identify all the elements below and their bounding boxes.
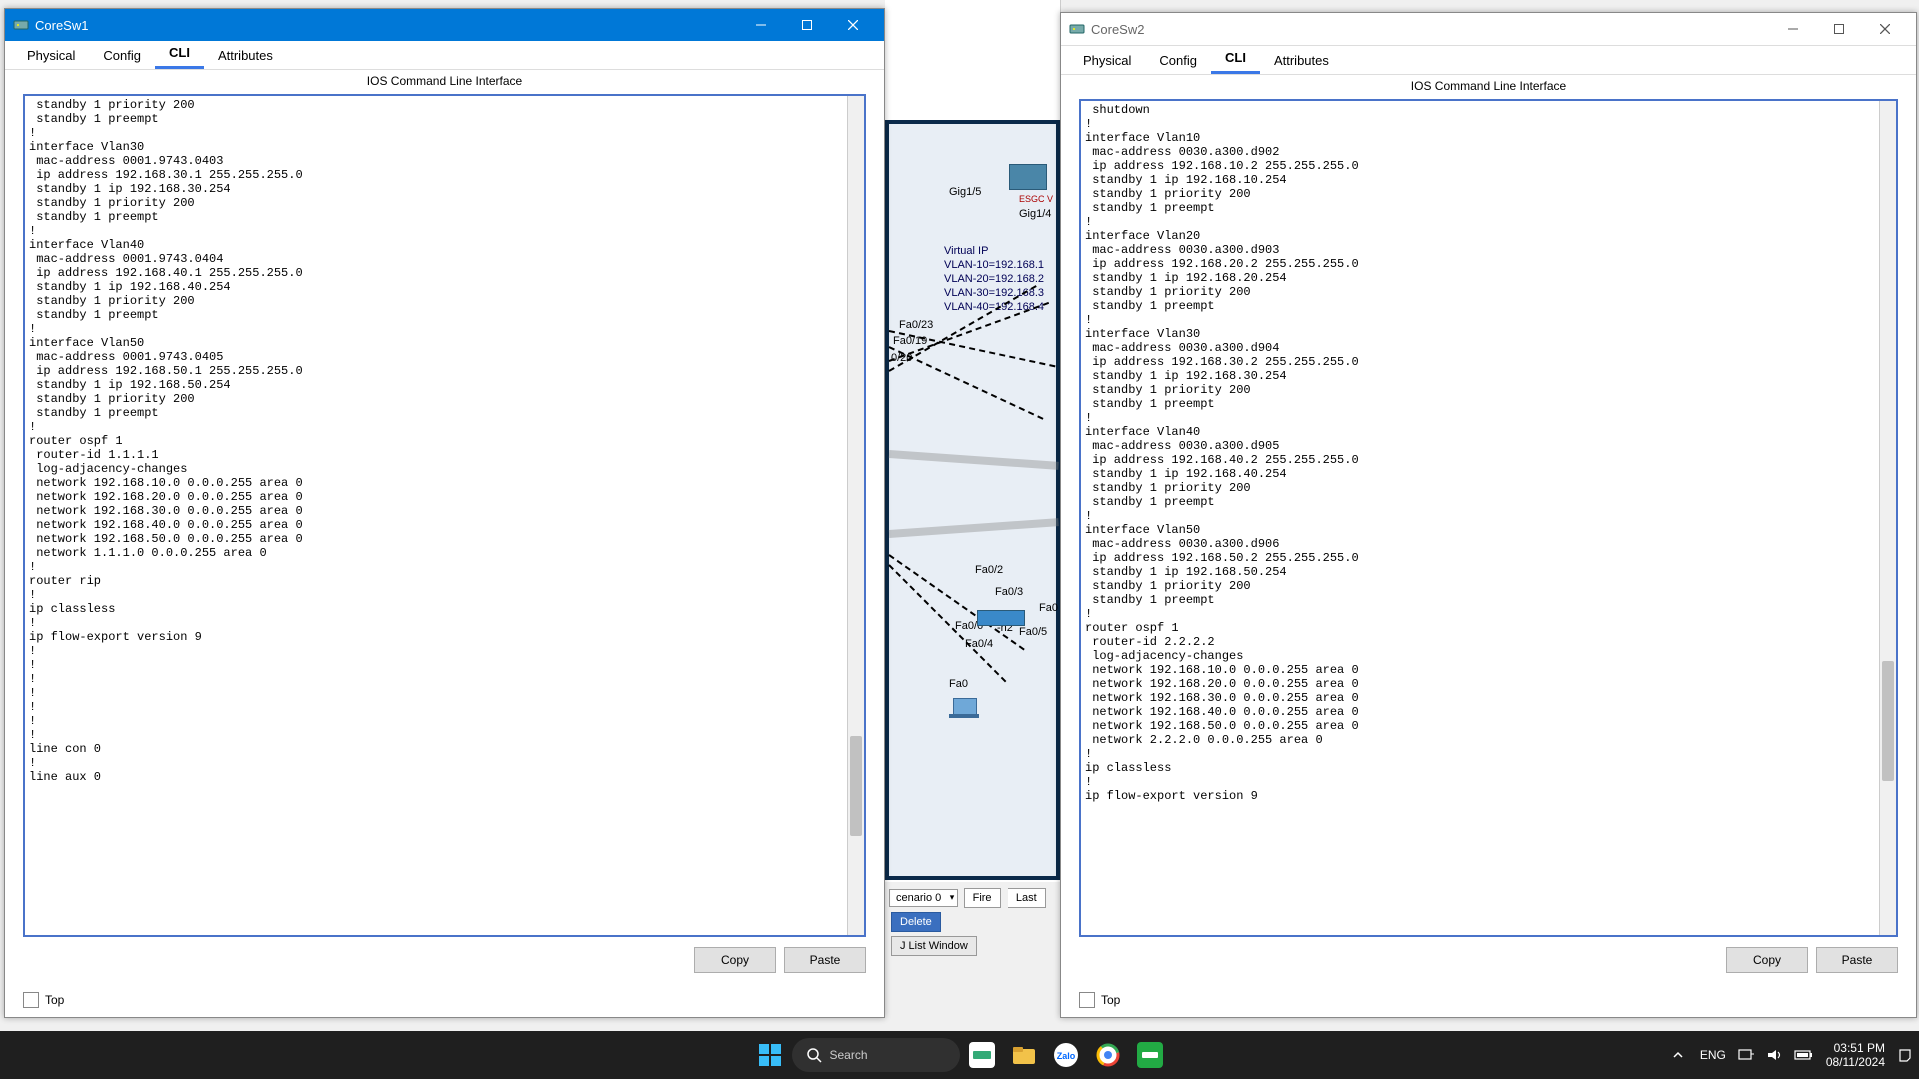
top-checkbox[interactable] bbox=[23, 992, 39, 1008]
taskbar-app-explorer[interactable] bbox=[1004, 1035, 1044, 1075]
copy-button[interactable]: Copy bbox=[1726, 947, 1808, 973]
scenario-select[interactable]: cenario 0 bbox=[889, 889, 958, 907]
cli-output[interactable]: standby 1 priority 200 standby 1 preempt… bbox=[25, 96, 847, 935]
taskbar-app-pt[interactable] bbox=[962, 1035, 1002, 1075]
list-window-button[interactable]: J List Window bbox=[891, 936, 977, 956]
tab-physical[interactable]: Physical bbox=[1069, 47, 1145, 74]
close-button[interactable] bbox=[830, 9, 876, 41]
svg-text:Zalo: Zalo bbox=[1056, 1051, 1075, 1061]
tray-battery-icon[interactable] bbox=[1794, 1049, 1814, 1061]
port-fa05: Fa0/5 bbox=[1019, 626, 1047, 638]
minimize-button[interactable] bbox=[1770, 13, 1816, 45]
scrollbar-thumb[interactable] bbox=[1882, 661, 1894, 781]
port-gig15: Gig1/5 bbox=[949, 186, 981, 198]
tray-date: 08/11/2024 bbox=[1826, 1055, 1885, 1069]
virtual-ip-title: Virtual IP bbox=[944, 244, 1044, 258]
port-fa0: Fa0 bbox=[949, 678, 968, 690]
titlebar[interactable]: CoreSw2 bbox=[1061, 13, 1916, 46]
device-label: ESGC V bbox=[1019, 194, 1053, 204]
maximize-button[interactable] bbox=[784, 9, 830, 41]
virtual-ip-line2: VLAN-20=192.168.2 bbox=[944, 272, 1044, 286]
titlebar[interactable]: CoreSw1 bbox=[5, 9, 884, 41]
search-icon bbox=[806, 1047, 822, 1063]
top-label: Top bbox=[1101, 993, 1120, 1007]
taskbar: Search Zalo ENG bbox=[0, 1031, 1919, 1079]
tab-config[interactable]: Config bbox=[89, 42, 155, 69]
tabs: Physical Config CLI Attributes bbox=[1061, 46, 1916, 75]
topology-canvas[interactable]: ESGC V Gig1/5 Gig1/4 Virtual IP VLAN-10=… bbox=[889, 124, 1056, 876]
window-title: CoreSw1 bbox=[35, 18, 738, 33]
tab-attributes[interactable]: Attributes bbox=[204, 42, 287, 69]
cli-area: shutdown ! interface Vlan10 mac-address … bbox=[1079, 99, 1898, 937]
system-tray: ENG 03:51 PM 08/11/2024 bbox=[1668, 1035, 1913, 1075]
delete-button[interactable]: Delete bbox=[891, 912, 941, 932]
tab-cli[interactable]: CLI bbox=[1211, 44, 1260, 74]
device-pc-base bbox=[949, 714, 979, 718]
search-placeholder: Search bbox=[830, 1048, 868, 1062]
tab-physical[interactable]: Physical bbox=[13, 42, 89, 69]
cli-header: IOS Command Line Interface bbox=[1061, 75, 1916, 97]
packet-tracer-background: ESGC V Gig1/5 Gig1/4 Virtual IP VLAN-10=… bbox=[885, 0, 1061, 1010]
fire-button[interactable]: Fire bbox=[964, 888, 1001, 908]
port-fa02: Fa0/2 bbox=[975, 564, 1003, 576]
pt-bottom-bar: cenario 0 Fire Last Delete J List Window bbox=[885, 882, 1060, 1010]
app-icon bbox=[1069, 21, 1085, 37]
taskbar-app-zalo[interactable]: Zalo bbox=[1046, 1035, 1086, 1075]
last-button[interactable]: Last bbox=[1008, 888, 1046, 908]
device-switch[interactable] bbox=[977, 610, 1025, 626]
port-fa023: Fa0/23 bbox=[899, 319, 933, 331]
cli-area: standby 1 priority 200 standby 1 preempt… bbox=[23, 94, 866, 937]
tray-network-icon[interactable] bbox=[1738, 1048, 1754, 1062]
paste-button[interactable]: Paste bbox=[1816, 947, 1898, 973]
cli-scrollbar[interactable] bbox=[1879, 101, 1896, 935]
device-router[interactable] bbox=[1009, 164, 1047, 190]
minimize-button[interactable] bbox=[738, 9, 784, 41]
port-fa0r: Fa0 bbox=[1039, 602, 1058, 614]
tray-notifications-icon[interactable] bbox=[1897, 1047, 1913, 1063]
start-button[interactable] bbox=[750, 1035, 790, 1075]
tabs: Physical Config CLI Attributes bbox=[5, 41, 884, 70]
virtual-ip-line1: VLAN-10=192.168.1 bbox=[944, 258, 1044, 272]
tab-cli[interactable]: CLI bbox=[155, 39, 204, 69]
app-icon bbox=[13, 17, 29, 33]
taskbar-app-chrome[interactable] bbox=[1088, 1035, 1128, 1075]
port-gig14: Gig1/4 bbox=[1019, 208, 1051, 220]
tray-language[interactable]: ENG bbox=[1700, 1048, 1726, 1062]
cli-header: IOS Command Line Interface bbox=[5, 70, 884, 92]
window-title: CoreSw2 bbox=[1091, 22, 1770, 37]
top-label: Top bbox=[45, 993, 64, 1007]
scrollbar-thumb[interactable] bbox=[850, 736, 862, 836]
tab-config[interactable]: Config bbox=[1145, 47, 1211, 74]
link-line bbox=[889, 518, 1059, 538]
cli-scrollbar[interactable] bbox=[847, 96, 864, 935]
link-line bbox=[889, 450, 1059, 470]
link-line bbox=[889, 330, 1056, 367]
virtual-ip-line4: VLAN-40=192.168.4 bbox=[944, 300, 1044, 314]
tray-clock[interactable]: 03:51 PM 08/11/2024 bbox=[1826, 1041, 1885, 1069]
tray-chevron-icon[interactable] bbox=[1668, 1035, 1688, 1075]
taskbar-app-pt-running[interactable] bbox=[1130, 1035, 1170, 1075]
virtual-ip-block: Virtual IP VLAN-10=192.168.1 VLAN-20=192… bbox=[944, 244, 1044, 314]
taskbar-search[interactable]: Search bbox=[792, 1035, 960, 1075]
link-line bbox=[888, 554, 1024, 650]
window-coresw2: CoreSw2 Physical Config CLI Attributes I… bbox=[1060, 12, 1917, 1018]
close-button[interactable] bbox=[1862, 13, 1908, 45]
maximize-button[interactable] bbox=[1816, 13, 1862, 45]
window-coresw1: CoreSw1 Physical Config CLI Attributes I… bbox=[4, 8, 885, 1018]
cli-output[interactable]: shutdown ! interface Vlan10 mac-address … bbox=[1081, 101, 1879, 935]
paste-button[interactable]: Paste bbox=[784, 947, 866, 973]
tray-volume-icon[interactable] bbox=[1766, 1048, 1782, 1062]
port-fa03: Fa0/3 bbox=[995, 586, 1023, 598]
tray-time: 03:51 PM bbox=[1826, 1041, 1885, 1055]
tab-attributes[interactable]: Attributes bbox=[1260, 47, 1343, 74]
copy-button[interactable]: Copy bbox=[694, 947, 776, 973]
port-fa04: Fa0/4 bbox=[965, 638, 993, 650]
top-checkbox[interactable] bbox=[1079, 992, 1095, 1008]
